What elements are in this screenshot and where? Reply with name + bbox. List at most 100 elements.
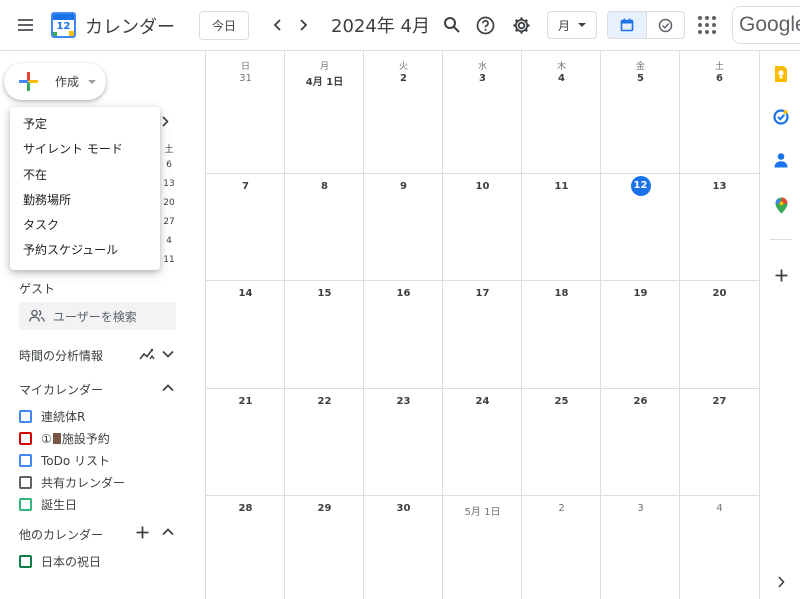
menu-item-appointment-schedule[interactable]: 予約スケジュール [10, 238, 160, 263]
insights-button[interactable] [138, 346, 156, 362]
plus-icon [136, 526, 148, 538]
day-number[interactable]: 21 [206, 396, 285, 407]
calendar-item[interactable]: ① 施設予約 [19, 430, 110, 446]
create-button[interactable]: 作成 [4, 63, 106, 100]
mini-calendar-date[interactable]: 6 [162, 160, 176, 170]
today-button[interactable]: 今日 [199, 11, 249, 40]
google-account-logo[interactable]: Google [732, 6, 800, 44]
day-number[interactable]: 5月 1日 [443, 503, 522, 518]
day-number[interactable]: 24 [443, 396, 522, 407]
day-number[interactable]: 10 [443, 181, 522, 192]
calendar-item[interactable]: 日本の祝日 [19, 553, 101, 569]
caret-down-icon [578, 23, 587, 27]
view-select-dropdown[interactable]: 月 [547, 11, 597, 39]
create-menu: 予定 サイレント モード 不在 勤務場所 タスク 予約スケジュール [10, 107, 160, 270]
day-number[interactable]: 4 [680, 503, 759, 514]
day-number[interactable]: 18 [522, 288, 601, 299]
get-add-ons-button[interactable] [770, 264, 792, 286]
search-icon [444, 17, 460, 33]
day-number[interactable]: 28 [206, 503, 285, 514]
calendar-checkbox[interactable] [19, 409, 32, 423]
day-number[interactable]: 25 [522, 396, 601, 407]
day-number[interactable]: 3 [601, 503, 680, 514]
menu-item-focus-mode[interactable]: サイレント モード [10, 137, 160, 162]
help-button[interactable] [473, 13, 497, 37]
settings-button[interactable] [509, 13, 533, 37]
weekday-header: 日 [240, 62, 250, 72]
calendar-item[interactable]: 誕生日 [19, 496, 77, 512]
mini-calendar-date[interactable]: 20 [162, 198, 176, 208]
calendar-item[interactable]: ToDo リスト [19, 452, 110, 468]
day-number[interactable]: 3 [443, 73, 522, 84]
calendar-item[interactable]: 共有カレンダー [19, 474, 125, 490]
day-number[interactable]: 26 [601, 396, 680, 407]
day-number[interactable]: 29 [285, 503, 364, 514]
calendar-checkbox[interactable] [19, 475, 32, 489]
menu-item-working-location[interactable]: 勤務場所 [10, 188, 160, 213]
calendar-checkbox[interactable] [19, 554, 32, 568]
day-number[interactable]: 23 [364, 396, 443, 407]
day-number[interactable]: 11 [522, 181, 601, 192]
day-number[interactable]: 16 [364, 288, 443, 299]
plus-icon [19, 72, 38, 91]
next-month-button[interactable] [290, 12, 316, 38]
calendar-logo-icon[interactable]: 12 [51, 12, 76, 38]
mini-calendar-date[interactable]: 4 [162, 236, 176, 246]
calendar-checkbox[interactable] [19, 431, 32, 445]
chevron-left-icon [273, 19, 281, 31]
my-calendars-collapse-button[interactable] [160, 380, 176, 396]
day-number[interactable]: 13 [680, 181, 759, 192]
mini-calendar-date[interactable]: 27 [162, 217, 176, 227]
gear-icon [512, 16, 530, 34]
guest-search-input[interactable]: ユーザーを検索 [19, 302, 176, 330]
tasks-view-toggle[interactable] [647, 12, 685, 38]
time-insights-expand-button[interactable] [160, 346, 176, 362]
tasks-button[interactable] [770, 106, 792, 128]
day-number[interactable]: 9 [364, 181, 443, 192]
day-number[interactable]: 2 [364, 73, 443, 84]
day-number[interactable]: 2 [522, 503, 601, 514]
mini-calendar-date[interactable]: 13 [162, 179, 176, 189]
google-apps-icon[interactable] [696, 14, 718, 36]
previous-month-button[interactable] [265, 12, 291, 38]
day-number[interactable]: 17 [443, 288, 522, 299]
keep-button[interactable] [770, 63, 792, 85]
day-number[interactable]: 31 [206, 73, 285, 84]
calendar-item[interactable]: 連続体R [19, 408, 85, 424]
day-number[interactable]: 4月 1日 [285, 73, 364, 88]
add-other-calendar-button[interactable] [134, 524, 150, 540]
day-number[interactable]: 15 [285, 288, 364, 299]
contacts-button[interactable] [770, 149, 792, 171]
search-button[interactable] [440, 13, 464, 37]
calendar-checkbox[interactable] [19, 453, 32, 467]
expand-side-panel-button[interactable] [770, 571, 792, 593]
app-title: カレンダー [85, 17, 175, 38]
menu-item-event[interactable]: 予定 [10, 112, 160, 137]
chevron-right-icon [162, 116, 169, 127]
maps-button[interactable] [770, 194, 792, 216]
weekday-header: 月 [319, 62, 329, 72]
chevron-down-icon [162, 350, 174, 358]
menu-item-task[interactable]: タスク [10, 213, 160, 238]
day-number[interactable]: 14 [206, 288, 285, 299]
day-number[interactable]: 7 [206, 181, 285, 192]
menu-item-out-of-office[interactable]: 不在 [10, 163, 160, 188]
day-number[interactable]: 19 [601, 288, 680, 299]
day-number[interactable]: 27 [680, 396, 759, 407]
day-number[interactable]: 20 [680, 288, 759, 299]
day-number[interactable]: 22 [285, 396, 364, 407]
day-number[interactable]: 6 [680, 73, 759, 84]
main-menu-button[interactable] [10, 10, 40, 40]
calendar-view-toggle[interactable] [608, 12, 647, 38]
mini-calendar-next-button[interactable] [161, 116, 169, 131]
tasks-icon [773, 109, 789, 125]
today-day-number[interactable]: 12 [601, 176, 680, 196]
day-number[interactable]: 30 [364, 503, 443, 514]
day-number[interactable]: 5 [601, 73, 680, 84]
today-indicator: 12 [630, 176, 651, 196]
mini-calendar-date[interactable]: 11 [162, 255, 176, 265]
day-number[interactable]: 8 [285, 181, 364, 192]
day-number[interactable]: 4 [522, 73, 601, 84]
other-calendars-collapse-button[interactable] [160, 524, 176, 540]
calendar-checkbox[interactable] [19, 497, 32, 511]
